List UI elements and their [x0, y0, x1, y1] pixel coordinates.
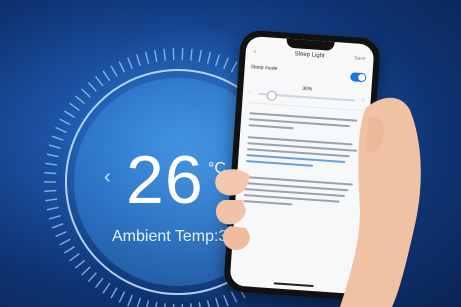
hand: [215, 97, 421, 307]
scene: ‹ 26 °C Ambient Temp:3 ‹ Sleep Light Sav…: [0, 0, 461, 307]
